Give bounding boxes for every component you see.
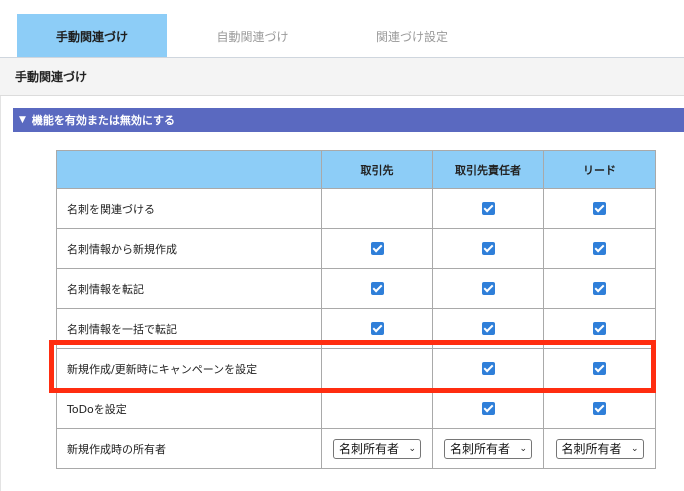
checkbox-checked-icon[interactable] <box>370 322 384 336</box>
checkbox-checked-icon[interactable] <box>481 362 495 376</box>
cell-contact <box>432 308 544 349</box>
cell-contact <box>432 268 544 309</box>
cell-contact <box>432 388 544 429</box>
checkbox-checked-icon[interactable] <box>370 242 384 256</box>
row-label: 新規作成時の所有者 <box>56 428 322 469</box>
table-body: 名刺を関連づける 名刺情報から新規作成 名刺情報を転記 名刺情報を一括で転記 新規作成/… <box>56 188 656 469</box>
checkbox-checked-icon[interactable] <box>593 362 606 376</box>
checkbox-checked-icon[interactable] <box>481 402 495 416</box>
checkbox-checked-icon[interactable] <box>481 322 495 336</box>
cell-lead <box>543 228 656 269</box>
row-label: 名刺情報から新規作成 <box>56 228 322 269</box>
triangle-down-icon: ▼ <box>19 115 26 125</box>
checkbox-checked-icon[interactable] <box>593 242 606 256</box>
toggle-section-header[interactable]: ▼ 機能を有効または無効にする <box>13 108 684 132</box>
cell-account <box>321 388 433 429</box>
checkbox-checked-icon[interactable] <box>593 322 606 336</box>
cell-account <box>321 188 433 229</box>
cell-account <box>321 268 433 309</box>
table-row: 新規作成/更新時にキャンペーンを設定 <box>56 348 656 389</box>
owner-select-value: 名刺所有者 <box>561 442 622 456</box>
checkbox-checked-icon[interactable] <box>593 282 606 296</box>
tab-association-settings[interactable]: 関連づけ設定 <box>332 14 492 58</box>
table-row: ToDoを設定 <box>56 388 656 429</box>
checkbox-checked-icon[interactable] <box>481 242 495 256</box>
chevron-down-icon: ⌄ <box>519 443 527 454</box>
table-row: 名刺を関連づける <box>56 188 656 229</box>
cell-lead <box>543 348 656 389</box>
cell-lead <box>543 268 656 309</box>
header-contact: 取引先責任者 <box>432 150 544 189</box>
checkbox-checked-icon[interactable] <box>370 282 384 296</box>
owner-select-value: 名刺所有者 <box>450 442 511 456</box>
checkbox-checked-icon[interactable] <box>593 402 606 416</box>
cell-contact <box>432 348 544 389</box>
page: 手動関連づけ 自動関連づけ 関連づけ設定 手動関連づけ ▼ 機能を有効または無効… <box>0 0 684 491</box>
cell-account: 名刺所有者 ⌄ <box>321 428 433 469</box>
owner-select-value: 名刺所有者 <box>339 442 400 456</box>
table-header-row: 取引先 取引先責任者 リード <box>56 150 656 189</box>
cell-contact: 名刺所有者 ⌄ <box>432 428 544 469</box>
row-label: 名刺を関連づける <box>56 188 322 229</box>
tab-auto-association[interactable]: 自動関連づけ <box>175 14 330 58</box>
cell-account <box>321 308 433 349</box>
cell-lead <box>543 388 656 429</box>
table-row: 新規作成時の所有者 名刺所有者 ⌄ 名刺所有者 ⌄ 名刺所有者 ⌄ <box>56 428 656 469</box>
header-empty <box>56 150 322 189</box>
table-row: 名刺情報を一括で転記 <box>56 308 656 349</box>
header-account: 取引先 <box>321 150 433 189</box>
cell-contact <box>432 228 544 269</box>
feature-table: 取引先 取引先責任者 リード 名刺を関連づける 名刺情報から新規作成 名刺情報を転記… <box>56 150 656 469</box>
row-label: 名刺情報を転記 <box>56 268 322 309</box>
chevron-down-icon: ⌄ <box>630 443 639 454</box>
cell-lead: 名刺所有者 ⌄ <box>543 428 656 469</box>
owner-select[interactable]: 名刺所有者 ⌄ <box>555 438 644 459</box>
checkbox-checked-icon[interactable] <box>481 202 495 216</box>
section-title: 手動関連づけ <box>0 58 684 96</box>
checkbox-checked-icon[interactable] <box>481 282 495 296</box>
owner-select[interactable]: 名刺所有者 ⌄ <box>444 438 532 459</box>
cell-contact <box>432 188 544 229</box>
tab-bar: 手動関連づけ 自動関連づけ 関連づけ設定 <box>0 0 684 58</box>
cell-account <box>321 228 433 269</box>
tab-manual-association[interactable]: 手動関連づけ <box>17 14 167 58</box>
cell-lead <box>543 188 656 229</box>
table-row: 名刺情報を転記 <box>56 268 656 309</box>
cell-account <box>321 348 433 389</box>
chevron-down-icon: ⌄ <box>408 443 416 454</box>
cell-lead <box>543 308 656 349</box>
checkbox-checked-icon[interactable] <box>593 202 606 216</box>
table-row: 名刺情報から新規作成 <box>56 228 656 269</box>
header-lead: リード <box>543 150 656 189</box>
row-label: 新規作成/更新時にキャンペーンを設定 <box>56 348 322 389</box>
toggle-section-label: 機能を有効または無効にする <box>31 114 176 127</box>
row-label: 名刺情報を一括で転記 <box>56 308 322 349</box>
owner-select[interactable]: 名刺所有者 ⌄ <box>333 438 421 459</box>
row-label: ToDoを設定 <box>56 388 322 429</box>
